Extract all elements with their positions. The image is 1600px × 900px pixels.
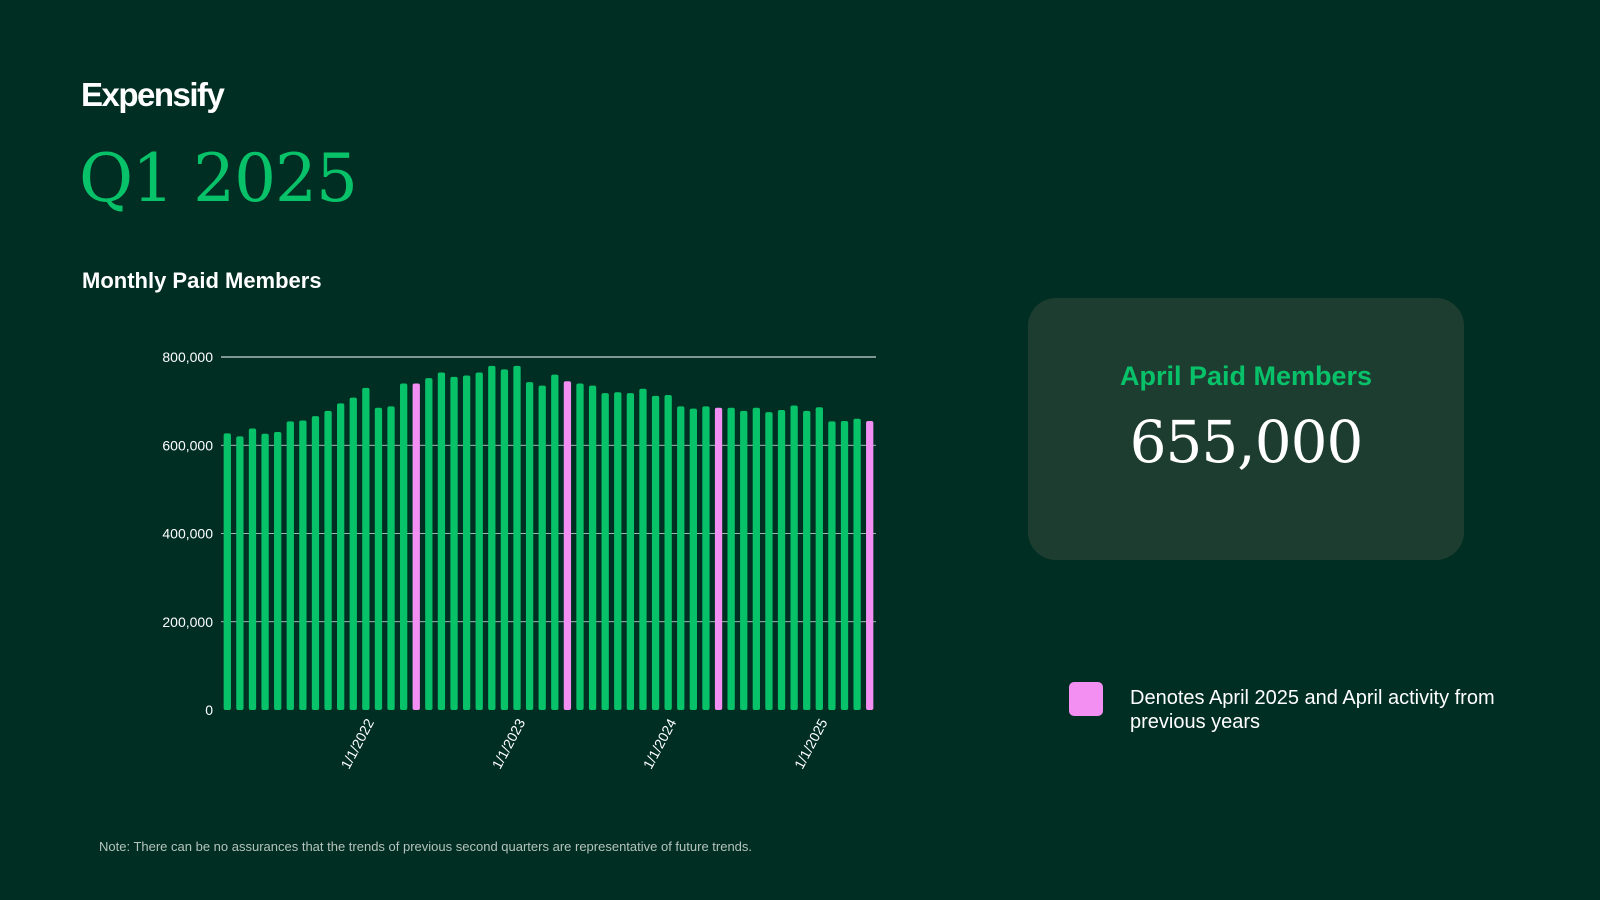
- monthly-paid-members-chart: 0200,000400,000600,000800,000 1/1/2022 1/…: [162, 349, 876, 772]
- card-value: 655,000: [1129, 408, 1364, 476]
- y-axis-ticks: 0 200,000 400,000 600,000 800,000: [162, 349, 213, 718]
- x-tick-label: 1/1/2023: [489, 716, 529, 772]
- footnote: Note: There can be no assurances that th…: [99, 839, 753, 854]
- bar-2024-10: [790, 405, 798, 710]
- bar-2024-11: [803, 410, 811, 710]
- bar-2023-01: [525, 382, 534, 710]
- bar-2024-07: [752, 407, 760, 710]
- bar-2024-02: [689, 408, 698, 710]
- bar-2021-09: [324, 410, 332, 710]
- bar-2022-07: [450, 376, 458, 710]
- bar-2022-10: [488, 365, 496, 710]
- bar-2023-02: [538, 385, 546, 710]
- bar-2024-08: [765, 412, 773, 710]
- bar-2023-06: [588, 385, 597, 710]
- bar-2021-08: [311, 416, 320, 710]
- bar-2022-12: [513, 365, 521, 710]
- bar-april-2025-04: [866, 420, 874, 710]
- bar-2025-03: [853, 418, 861, 710]
- y-tick-label: 200,000: [162, 614, 213, 630]
- bar-2022-01: [374, 407, 383, 710]
- bar-2023-11: [651, 395, 660, 710]
- bar-2021-03: [248, 428, 257, 710]
- bar-2024-01: [677, 406, 685, 710]
- legend-text: Denotes April 2025 and April activity fr…: [1130, 687, 1495, 733]
- y-tick-label: 400,000: [162, 526, 213, 542]
- bar-2023-12: [664, 394, 672, 710]
- bar-2021-12: [362, 387, 370, 710]
- bar-2023-09: [626, 393, 635, 710]
- bar-2023-03: [551, 374, 559, 710]
- bar-2022-03: [399, 383, 408, 710]
- bar-2023-08: [614, 392, 622, 710]
- bar-2024-03: [702, 406, 710, 710]
- bar-2022-11: [500, 369, 509, 710]
- bar-2022-08: [462, 375, 471, 710]
- bar-april-2022-04: [412, 383, 420, 710]
- april-paid-members-card: April Paid Members 655,000: [1028, 298, 1464, 560]
- bar-2024-05: [727, 407, 735, 710]
- bar-2024-09: [777, 409, 786, 710]
- bar-2022-05: [425, 378, 433, 710]
- bar-2021-04: [261, 433, 269, 710]
- bar-april-2024-04: [714, 407, 723, 710]
- bar-2021-02: [236, 436, 244, 710]
- x-tick-label: 1/1/2022: [337, 716, 377, 772]
- bar-2021-11: [349, 397, 357, 710]
- bar-2022-09: [475, 372, 483, 710]
- x-tick-label: 1/1/2024: [640, 716, 680, 772]
- card-label: April Paid Members: [1119, 361, 1373, 391]
- bar-2021-07: [299, 420, 307, 710]
- chart-gridlines: [221, 356, 876, 623]
- bar-2021-06: [286, 421, 294, 710]
- bar-2021-05: [274, 432, 282, 710]
- y-tick-label: 600,000: [162, 437, 213, 453]
- y-tick-label: 800,000: [162, 349, 213, 365]
- bar-2022-02: [387, 406, 395, 710]
- bar-2022-06: [437, 372, 446, 710]
- bar-2023-05: [576, 383, 584, 710]
- y-tick-label: 0: [205, 702, 213, 718]
- x-tick-label: 1/1/2025: [791, 716, 831, 772]
- bar-2025-01: [828, 421, 836, 710]
- bar-2025-02: [840, 420, 849, 710]
- bar-2021-01: [223, 433, 231, 710]
- bar-2024-06: [740, 410, 748, 710]
- bar-2024-12: [815, 407, 823, 710]
- bar-april-2023-04: [563, 381, 572, 710]
- legend-swatch-april: [1069, 682, 1103, 716]
- bar-2021-10: [337, 403, 345, 710]
- x-axis-ticks: 1/1/2022 1/1/2023 1/1/2024 1/1/2025: [337, 716, 830, 772]
- bar-2023-10: [639, 388, 647, 710]
- chart-bars: [223, 365, 874, 710]
- bar-2023-07: [601, 393, 609, 710]
